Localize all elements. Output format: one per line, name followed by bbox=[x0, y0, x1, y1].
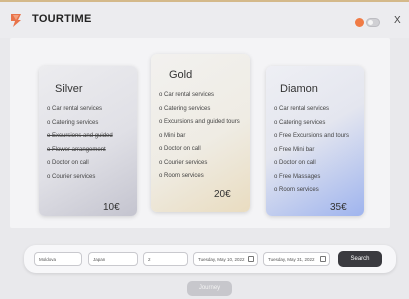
app-title: TOURTIME bbox=[32, 13, 92, 25]
close-button[interactable]: X bbox=[394, 15, 401, 26]
calendar-icon[interactable] bbox=[320, 256, 326, 262]
theme-toggle[interactable] bbox=[366, 18, 380, 27]
start-date-field[interactable]: Tuesday, May 10, 2022 bbox=[193, 252, 258, 266]
feature-item: Catering services bbox=[47, 117, 113, 131]
feature-item: Doctor on call bbox=[159, 143, 240, 157]
feature-item: Free Massages bbox=[274, 171, 349, 185]
feature-item: Car rental services bbox=[274, 103, 349, 117]
to-field[interactable]: Japan bbox=[88, 252, 138, 266]
feature-item: Mini bar bbox=[159, 130, 240, 144]
feature-item: Excursions and guided bbox=[47, 130, 113, 144]
feature-item: Car rental services bbox=[47, 103, 113, 117]
start-date-value: Tuesday, May 10, 2022 bbox=[198, 257, 245, 262]
feature-item: Flower arrangement bbox=[47, 144, 113, 158]
plan-card-gold[interactable]: Gold Car rental services Catering servic… bbox=[151, 54, 250, 212]
title-bar: TOURTIME X bbox=[0, 0, 409, 38]
to-value: Japan bbox=[93, 257, 106, 262]
feature-item: Room services bbox=[274, 184, 349, 198]
feature-item: Doctor on call bbox=[274, 157, 349, 171]
plan-title: Diamon bbox=[280, 83, 318, 95]
feature-item: Free Mini bar bbox=[274, 144, 349, 158]
from-value: Moldova bbox=[39, 257, 57, 262]
calendar-icon[interactable] bbox=[248, 256, 254, 262]
plan-title: Silver bbox=[55, 83, 83, 95]
end-date-field[interactable]: Tuesday, May 31, 2022 bbox=[263, 252, 330, 266]
search-button[interactable]: Search bbox=[338, 251, 382, 267]
plan-price: 20€ bbox=[214, 189, 231, 200]
journey-button[interactable]: Journey bbox=[187, 281, 232, 296]
feature-list: Car rental services Catering services Ex… bbox=[159, 89, 240, 184]
feature-item: Catering services bbox=[159, 103, 240, 117]
plan-price: 35€ bbox=[330, 202, 347, 213]
plan-card-silver[interactable]: Silver Car rental services Catering serv… bbox=[39, 66, 137, 216]
feature-item: Courier services bbox=[159, 157, 240, 171]
feature-item: Room services bbox=[159, 170, 240, 184]
plan-card-diamond[interactable]: Diamon Car rental services Catering serv… bbox=[266, 66, 364, 216]
from-field[interactable]: Moldova bbox=[34, 252, 82, 266]
status-dot-icon[interactable] bbox=[355, 18, 364, 27]
plan-price: 10€ bbox=[103, 202, 120, 213]
logo-icon bbox=[11, 14, 21, 27]
feature-item: Car rental services bbox=[159, 89, 240, 103]
feature-item: Excursions and guided tours bbox=[159, 116, 240, 130]
end-date-value: Tuesday, May 31, 2022 bbox=[268, 257, 315, 262]
feature-item: Free Excursions and tours bbox=[274, 130, 349, 144]
feature-list: Car rental services Catering services Fr… bbox=[274, 103, 349, 198]
feature-item: Doctor on call bbox=[47, 157, 113, 171]
feature-item: Courier services bbox=[47, 171, 113, 185]
travelers-field[interactable]: 2 bbox=[143, 252, 188, 266]
plan-title: Gold bbox=[169, 69, 193, 81]
feature-list: Car rental services Catering services Ex… bbox=[47, 103, 113, 184]
feature-item: Catering services bbox=[274, 117, 349, 131]
travelers-value: 2 bbox=[148, 257, 151, 262]
